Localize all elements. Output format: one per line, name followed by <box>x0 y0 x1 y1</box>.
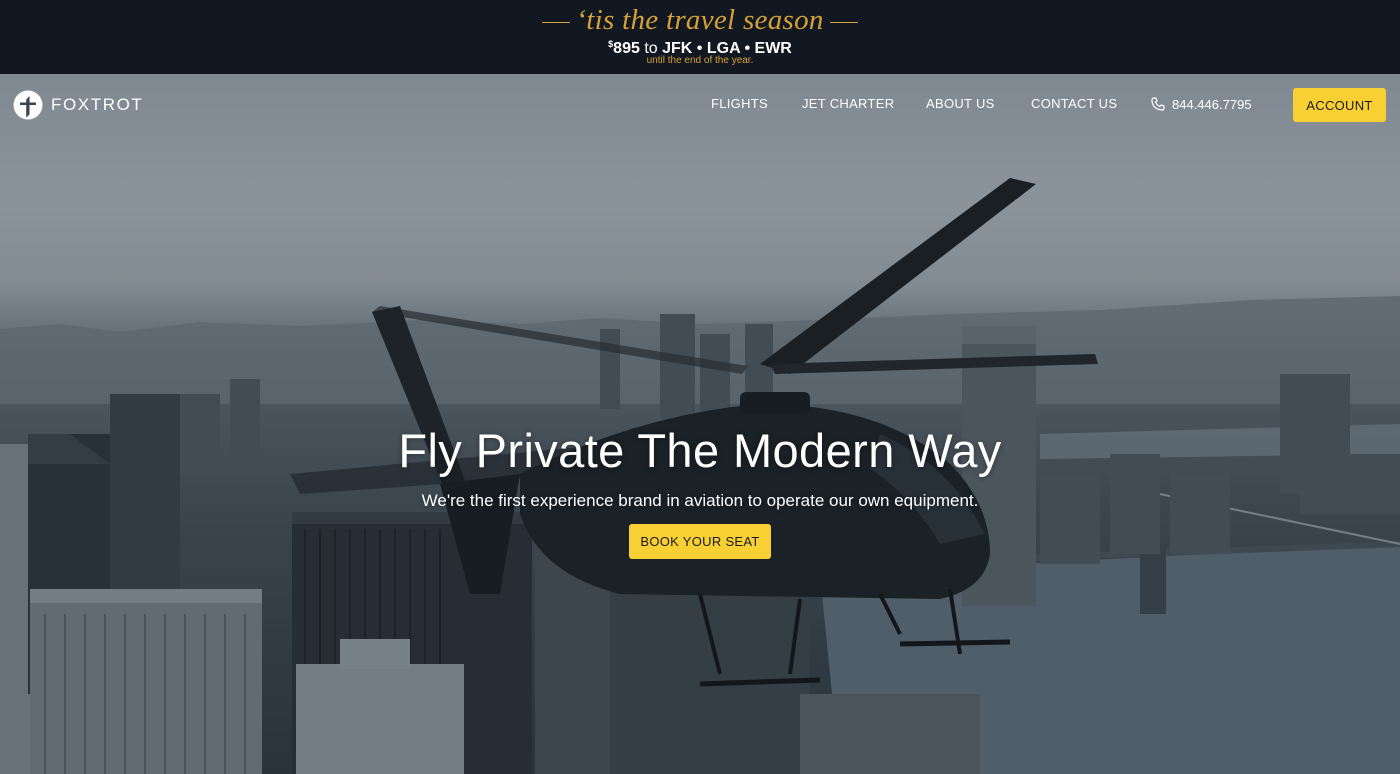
promo-headline: ‘tis the travel season <box>0 3 1400 37</box>
phone-link[interactable]: 844.446.7795 <box>1151 94 1252 114</box>
promo-dash-right <box>829 21 858 24</box>
main-nav: FOXTROT FLIGHTS JET CHARTER ABOUT US CON… <box>0 74 1400 136</box>
nav-flights[interactable]: FLIGHTS <box>711 96 768 112</box>
nav-about-us[interactable]: ABOUT US <box>926 96 995 112</box>
account-button[interactable]: ACCOUNT <box>1293 88 1386 122</box>
book-your-seat-button[interactable]: BOOK YOUR SEAT <box>629 524 771 559</box>
phone-number: 844.446.7795 <box>1172 96 1252 112</box>
foxtrot-f-logo-icon <box>13 90 43 120</box>
hero-title: Fly Private The Modern Way <box>398 424 1002 477</box>
nav-contact-us[interactable]: CONTACT US <box>1031 96 1117 112</box>
hero-subtitle: We're the first experience brand in avia… <box>421 491 979 510</box>
phone-icon <box>1151 97 1165 111</box>
promo-banner[interactable]: ‘tis the travel season $895 to JFK • LGA… <box>0 0 1400 74</box>
brand-logo[interactable]: FOXTROT <box>13 90 143 120</box>
promo-dash-left <box>542 21 571 24</box>
promo-headline-text: ‘tis the travel season <box>576 4 824 36</box>
nav-jet-charter[interactable]: JET CHARTER <box>802 96 894 112</box>
promo-subtext: until the end of the year. <box>646 55 754 66</box>
brand-name: FOXTROT <box>51 95 144 114</box>
